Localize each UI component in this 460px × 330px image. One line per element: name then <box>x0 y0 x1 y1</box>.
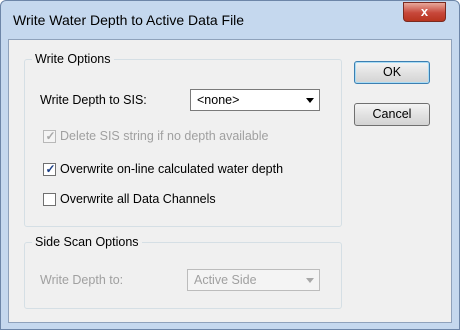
delete-sis-label: Delete SIS string if no depth available <box>60 129 269 143</box>
dialog-body: Write Options Write Depth to SIS: <none>… <box>8 39 452 323</box>
checkmark-icon: ✓ <box>45 162 56 176</box>
window-title: Write Water Depth to Active Data File <box>13 12 245 28</box>
side-scan-write-depth-label: Write Depth to: <box>40 273 124 287</box>
overwrite-online-checkbox[interactable]: ✓ <box>43 162 56 176</box>
side-scan-options-group: Side Scan Options Write Depth to: Active… <box>24 235 342 309</box>
side-scan-options-legend: Side Scan Options <box>32 235 142 250</box>
title-bar[interactable]: Write Water Depth to Active Data File x <box>1 1 459 39</box>
ok-button[interactable]: OK <box>354 61 430 84</box>
write-depth-to-sis-label: Write Depth to SIS: <box>40 93 147 107</box>
delete-sis-checkbox[interactable]: ✓ <box>43 129 56 143</box>
side-scan-write-depth-select[interactable]: Active Side <box>187 269 320 291</box>
write-depth-to-sis-value: <none> <box>197 93 240 107</box>
dialog-window: Write Water Depth to Active Data File x … <box>0 0 460 330</box>
chevron-down-icon[interactable] <box>306 278 314 283</box>
overwrite-all-checkbox[interactable] <box>43 193 56 206</box>
overwrite-all-label: Overwrite all Data Channels <box>60 192 216 206</box>
chevron-down-icon[interactable] <box>306 98 314 103</box>
close-button[interactable]: x <box>403 2 446 22</box>
write-depth-to-sis-select[interactable]: <none> <box>190 89 320 111</box>
overwrite-online-label: Overwrite on-line calculated water depth <box>60 162 284 176</box>
write-options-legend: Write Options <box>32 52 114 67</box>
side-scan-write-depth-value: Active Side <box>194 273 257 287</box>
cancel-button[interactable]: Cancel <box>354 103 430 126</box>
checkmark-icon: ✓ <box>45 129 56 143</box>
close-icon: x <box>420 4 429 19</box>
write-options-group: Write Options Write Depth to SIS: <none>… <box>24 52 342 227</box>
